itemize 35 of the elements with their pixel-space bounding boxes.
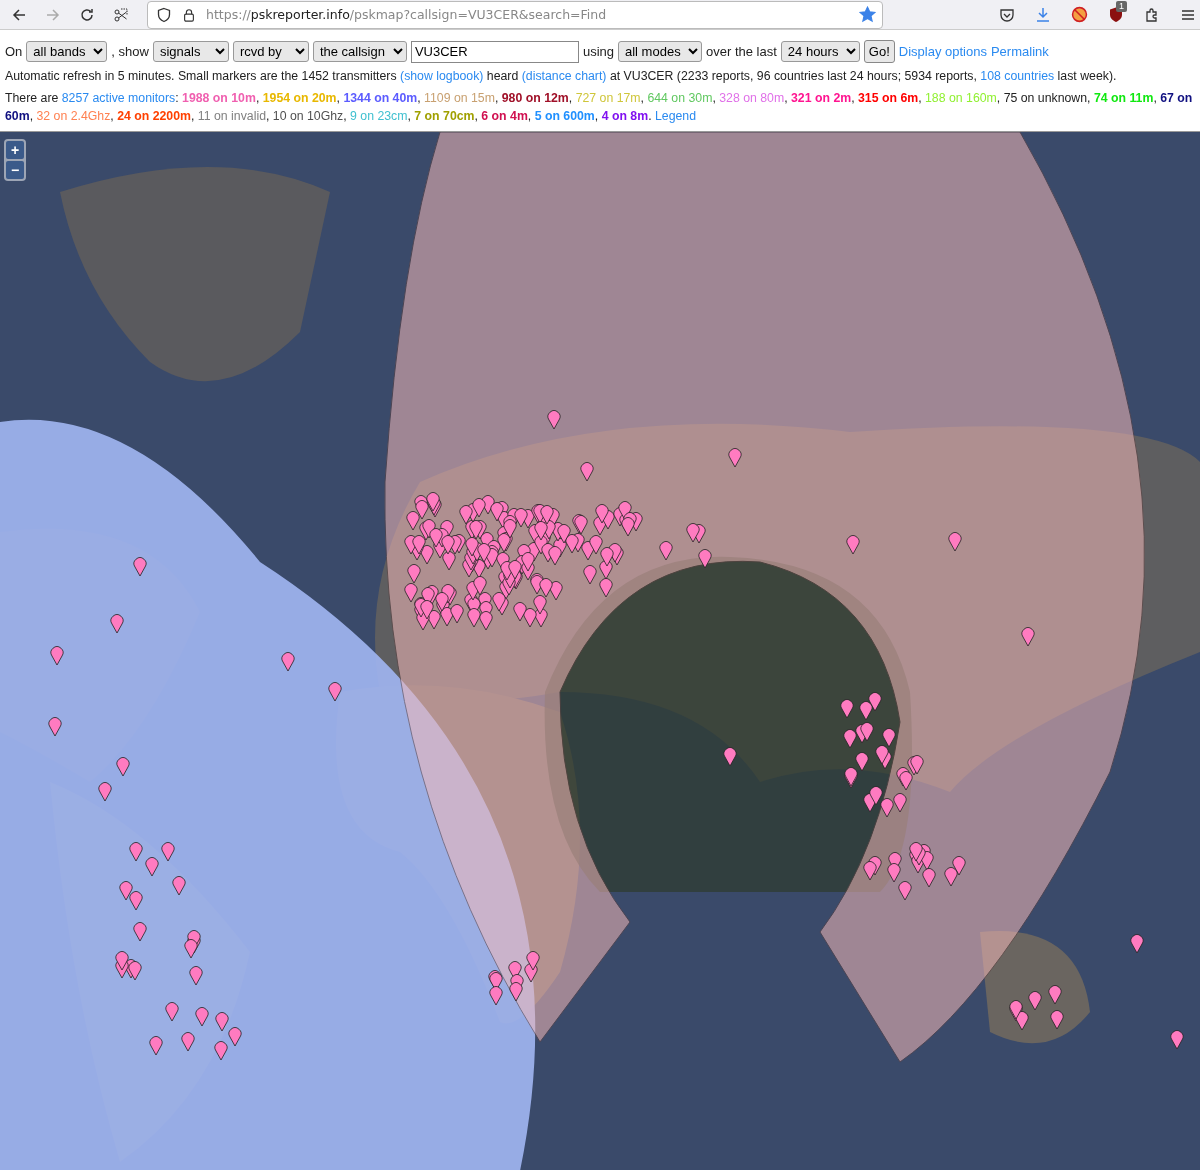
address-bar[interactable]: https://pskreporter.info/pskmap?callsign=VU3CER&search=Find bbox=[147, 0, 883, 29]
pocket-icon[interactable] bbox=[999, 6, 1015, 23]
go-button[interactable]: Go! bbox=[863, 40, 895, 63]
lock-icon bbox=[182, 6, 196, 23]
callsign-field[interactable]: VU3CER bbox=[410, 40, 579, 63]
url-text: https://pskreporter.info/pskmap?callsign=VU3CER&search=Find bbox=[206, 7, 608, 22]
link[interactable]: (distance chart) bbox=[521, 69, 607, 83]
link[interactable]: Legend bbox=[654, 109, 696, 123]
extension-badge: 1 bbox=[1116, 1, 1127, 12]
zoom-out-button[interactable]: − bbox=[6, 161, 24, 179]
link[interactable]: Permalink bbox=[990, 44, 1049, 59]
star-icon[interactable] bbox=[859, 6, 876, 23]
reload-icon[interactable] bbox=[79, 6, 95, 23]
dropdown[interactable]: all modes bbox=[618, 41, 702, 62]
scissors-icon[interactable] bbox=[113, 6, 129, 23]
form-label: using bbox=[582, 44, 614, 59]
form-label: , show bbox=[111, 44, 149, 59]
link[interactable]: 108 countries bbox=[980, 69, 1055, 83]
dropdown[interactable]: 24 hours bbox=[780, 41, 860, 62]
form-label: On bbox=[5, 44, 23, 59]
dropdown[interactable]: all bands bbox=[26, 41, 108, 62]
dropdown[interactable]: the callsign bbox=[312, 41, 407, 62]
dropdown[interactable]: rcvd by bbox=[232, 41, 309, 62]
blocked-icon[interactable] bbox=[1071, 6, 1088, 23]
monitor-summary: There are 8257 active monitors: 1988 on 10m, 1954 on 20m, 1344 on 40m, 1109 on 15m, 980 on 12m, 727 on 17m, 644 on 30m, 328 on 80m, 321 on 2m, 315 on 6m, 188 on 160m, 75 on unknown, 74 on 11m, 67 on 60m, 32 on 2.4Ghz, 24 on 2200m, 11 on invalid, 10 on 10Ghz, 9 on 23cm, 7 on 70cm, 6 on 4m, 5 on 600m, 4 on 8m. Legend bbox=[5, 90, 1194, 125]
shield-icon bbox=[156, 6, 172, 23]
back-icon[interactable] bbox=[11, 6, 27, 23]
link[interactable]: Display options bbox=[898, 44, 987, 59]
puzzle-icon[interactable] bbox=[1144, 6, 1160, 23]
status-text: Automatic refresh in 5 minutes. Small markers are the 1452 transmitters (show logbook) heard (distance chart) at VU3CER (2233 reports, 96 countries last 24 hours; 5934 reports, 108 countries last week). bbox=[5, 68, 1118, 85]
link[interactable]: (show logbook) bbox=[400, 69, 484, 83]
form-label: over the last bbox=[706, 44, 777, 59]
download-icon[interactable] bbox=[1035, 6, 1051, 23]
dropdown[interactable]: signals bbox=[152, 41, 229, 62]
zoom-in-button[interactable]: + bbox=[6, 141, 24, 159]
